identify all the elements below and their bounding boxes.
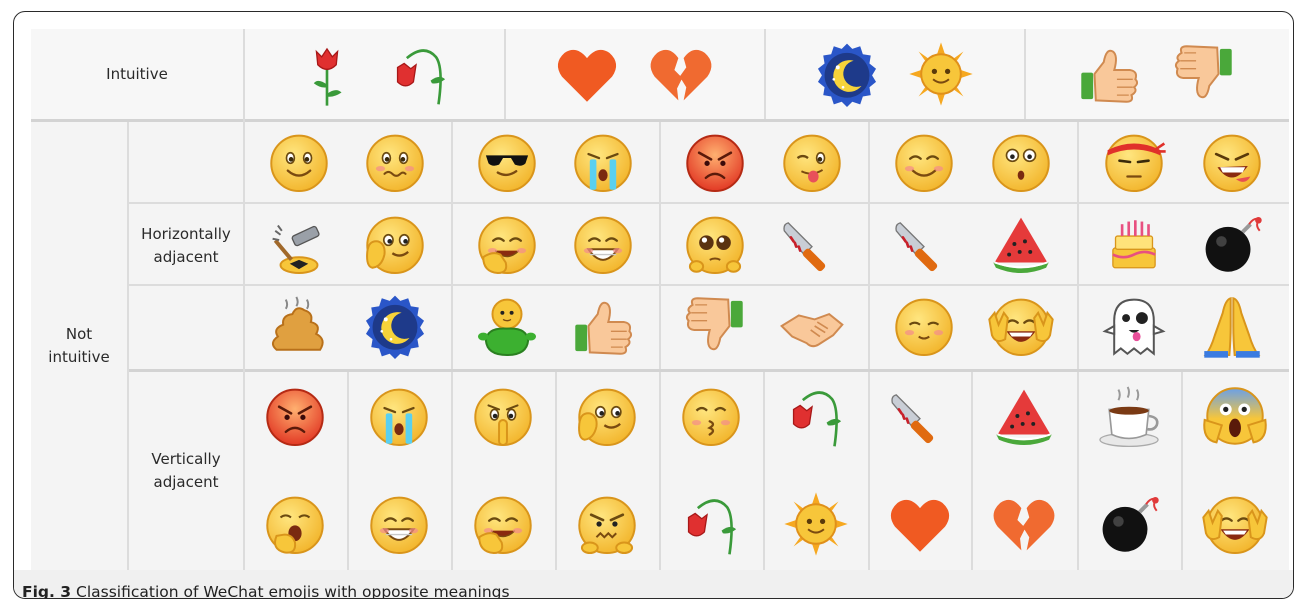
green-toy-icon [474, 293, 540, 359]
thumbs-up-icon [1076, 41, 1142, 107]
column-divider [659, 372, 661, 570]
grin-icon [570, 211, 636, 277]
kiss-icon [678, 383, 744, 449]
not-intuitive-label-text: Not intuitive [48, 325, 110, 366]
column-divider [243, 29, 245, 570]
angry-icon [262, 383, 328, 449]
sun-icon [908, 41, 974, 107]
column-divider [347, 372, 349, 570]
grin-icon [366, 491, 432, 557]
cake-icon [1101, 211, 1167, 277]
watermelon-icon [988, 211, 1054, 277]
peace-smile-icon [1202, 491, 1268, 557]
surprised-icon [988, 129, 1054, 195]
column-divider [1077, 122, 1079, 369]
sun-icon [783, 491, 849, 557]
broken-heart-icon [991, 491, 1057, 557]
column-divider [451, 372, 453, 570]
row-divider [128, 369, 1289, 372]
ninja-icon [1101, 129, 1167, 195]
knife-icon [779, 211, 845, 277]
crying-icon [366, 383, 432, 449]
horizontally-adjacent-label: Horizontally adjacent [129, 122, 243, 369]
wink-tongue-icon [779, 129, 845, 195]
heart-icon [554, 41, 620, 107]
moon-icon [814, 41, 880, 107]
column-divider [1077, 372, 1079, 570]
smile-icon [266, 129, 332, 195]
figure-frame: Intuitive Not intuitive Horizontally adjac… [13, 11, 1294, 599]
column-divider [763, 372, 765, 570]
peace-smile-icon [987, 293, 1054, 359]
column-divider [764, 29, 766, 119]
shush-icon [470, 383, 536, 449]
figure-caption: Fig. 3 Classification of WeChat emojis w… [14, 570, 1293, 599]
thumbs-down-icon [1171, 41, 1237, 107]
evil-grin-icon [1199, 129, 1265, 195]
chuckle-icon [474, 211, 540, 277]
crying-icon [570, 129, 636, 195]
angry-icon [682, 129, 748, 195]
column-divider [504, 29, 506, 119]
vertically-adjacent-label: Vertically adjacent [129, 372, 243, 570]
column-divider [868, 372, 870, 570]
yawn-icon [262, 491, 328, 557]
ghost-icon [1101, 293, 1167, 359]
moon-icon [362, 293, 428, 359]
heart-icon [887, 491, 953, 557]
column-divider [971, 372, 973, 570]
scream-icon [1202, 383, 1268, 449]
bomb-icon [1096, 491, 1162, 557]
column-divider [1024, 29, 1026, 119]
rose-icon [294, 41, 360, 107]
caption-label: Fig. 3 [22, 583, 72, 599]
vertically-adjacent-label-text: Vertically adjacent [151, 450, 221, 491]
broken-heart-icon [648, 41, 714, 107]
wilted-rose-icon [387, 41, 453, 107]
knife-icon [887, 383, 953, 449]
row-divider [128, 284, 1289, 286]
column-divider [1181, 372, 1183, 570]
coffee-icon [1096, 383, 1162, 449]
horizontally-adjacent-label-text: Horizontally adjacent [141, 224, 231, 266]
cool-icon [474, 129, 540, 195]
frown-icon [574, 491, 640, 557]
column-divider [659, 122, 661, 369]
column-divider [555, 372, 557, 570]
column-divider [868, 122, 870, 369]
intuitive-label: Intuitive [31, 29, 243, 119]
bomb-icon [1199, 211, 1265, 277]
watermelon-icon [991, 383, 1057, 449]
emoji-classification-table: Intuitive Not intuitive Horizontally adjac… [31, 29, 1289, 570]
chuckle-icon [470, 491, 536, 557]
poop-icon [266, 293, 332, 359]
facepalm-icon [362, 211, 428, 277]
thumbs-up-icon [570, 293, 636, 359]
pray-icon [1199, 293, 1265, 359]
wilted-rose-icon [783, 383, 849, 449]
caption-text: Classification of WeChat emojis with opp… [76, 583, 510, 599]
awkward-icon [362, 129, 428, 195]
hammer-icon [266, 211, 332, 277]
handshake-icon [779, 293, 845, 359]
not-intuitive-label: Not intuitive [31, 122, 127, 570]
facepalm-icon [574, 383, 640, 449]
puppy-eyes-icon [682, 211, 748, 277]
shy-smile-icon [891, 293, 957, 359]
wilted-rose-icon [678, 491, 744, 557]
thumbs-down-icon [682, 293, 748, 359]
row-divider [128, 202, 1289, 204]
knife-icon [891, 211, 957, 277]
blush-icon [891, 129, 957, 195]
column-divider [451, 122, 453, 369]
intuitive-label-text: Intuitive [106, 64, 168, 83]
